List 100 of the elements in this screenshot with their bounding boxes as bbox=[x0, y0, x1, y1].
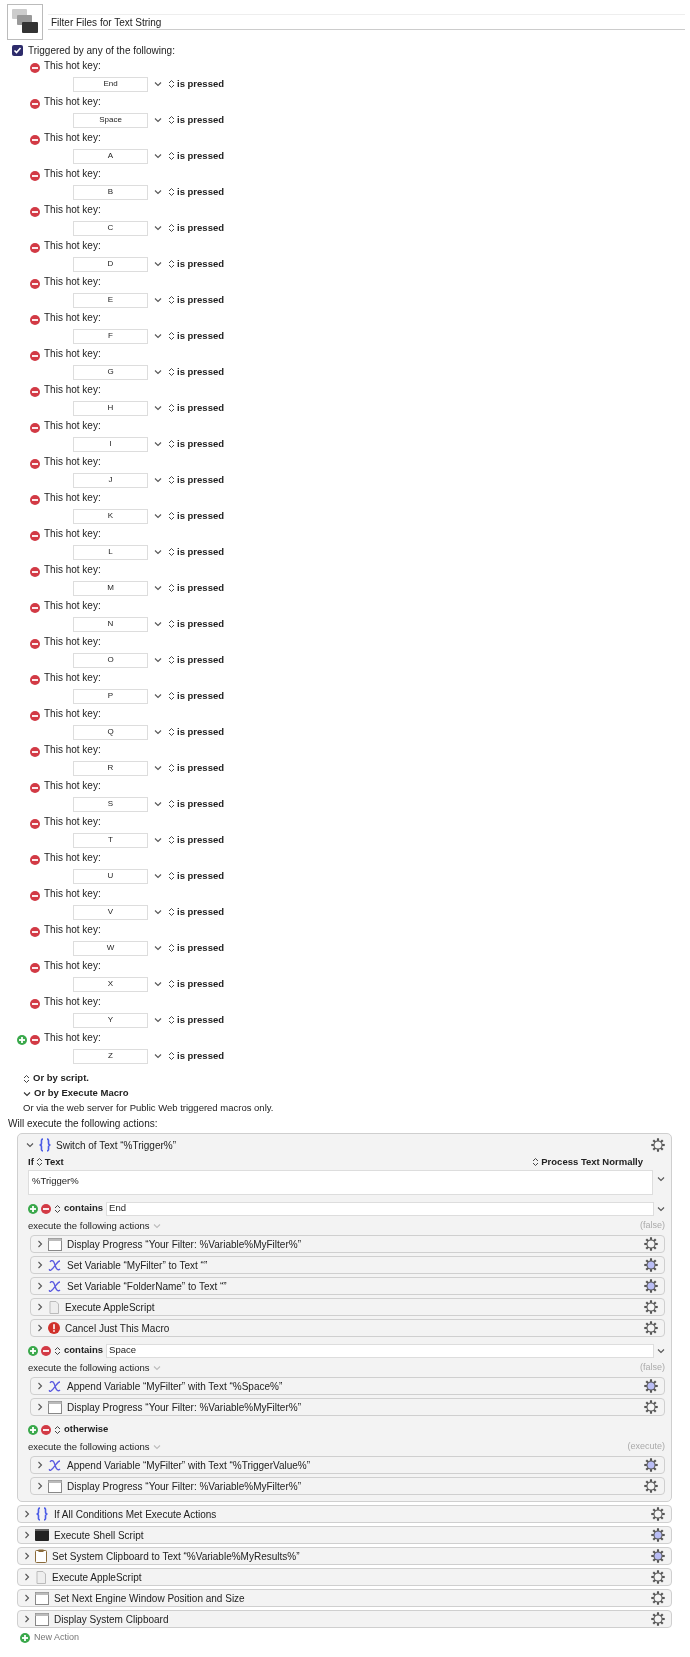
stepper-icon[interactable] bbox=[532, 1157, 540, 1167]
hot-key-field[interactable]: R bbox=[73, 760, 148, 776]
remove-icon[interactable] bbox=[30, 711, 40, 721]
condition-popup[interactable]: is pressed bbox=[177, 508, 224, 524]
condition-popup[interactable]: otherwise bbox=[64, 1422, 109, 1437]
stepper-icon[interactable] bbox=[168, 835, 175, 845]
chevron-down-icon[interactable] bbox=[154, 261, 162, 267]
source-popup[interactable]: Text bbox=[44, 1154, 64, 1170]
case-value-field[interactable]: Space bbox=[106, 1343, 654, 1358]
hot-key-field[interactable]: F bbox=[73, 328, 148, 344]
hot-key-field[interactable]: End bbox=[73, 76, 148, 92]
add-icon[interactable] bbox=[28, 1345, 38, 1356]
stepper-icon[interactable] bbox=[54, 1345, 61, 1356]
stepper-icon[interactable] bbox=[168, 763, 175, 773]
stepper-icon[interactable] bbox=[168, 115, 175, 125]
action-row[interactable]: Set System Clipboard to Text “%Variable%MyResults%” bbox=[17, 1547, 672, 1565]
action-row[interactable]: Set Variable “MyFilter” to Text “” bbox=[30, 1256, 665, 1274]
hot-key-field[interactable]: G bbox=[73, 364, 148, 380]
hot-key-field[interactable]: J bbox=[73, 472, 148, 488]
chevron-down-icon[interactable] bbox=[154, 729, 162, 735]
hot-key-field[interactable]: B bbox=[73, 184, 148, 200]
action-row[interactable]: Execute AppleScript bbox=[17, 1568, 672, 1586]
gear-icon[interactable] bbox=[651, 1612, 665, 1626]
action-row[interactable]: Execute AppleScript bbox=[30, 1298, 665, 1316]
gear-icon[interactable] bbox=[644, 1237, 658, 1251]
remove-icon[interactable] bbox=[30, 243, 40, 253]
remove-icon[interactable] bbox=[30, 1035, 40, 1045]
gear-icon[interactable] bbox=[651, 1570, 665, 1584]
chevron-down-icon[interactable] bbox=[154, 513, 162, 519]
chevron-down-icon[interactable] bbox=[154, 477, 162, 483]
remove-icon[interactable] bbox=[30, 783, 40, 793]
chevron-down-icon[interactable] bbox=[154, 801, 162, 807]
chevron-down-icon[interactable] bbox=[154, 765, 162, 771]
add-icon[interactable] bbox=[20, 1633, 30, 1643]
remove-icon[interactable] bbox=[30, 423, 40, 433]
chevron-down-icon[interactable] bbox=[657, 1347, 665, 1354]
remove-icon[interactable] bbox=[41, 1203, 51, 1214]
hot-key-field[interactable]: S bbox=[73, 796, 148, 812]
remove-icon[interactable] bbox=[30, 135, 40, 145]
chevron-down-icon[interactable] bbox=[154, 333, 162, 339]
chevron-right-icon[interactable] bbox=[24, 1594, 30, 1602]
chevron-right-icon[interactable] bbox=[24, 1573, 30, 1581]
action-row[interactable]: If All Conditions Met Execute Actions bbox=[17, 1505, 672, 1523]
stepper-icon[interactable] bbox=[168, 979, 175, 989]
action-row[interactable]: Append Variable “MyFilter” with Text “%Space%” bbox=[30, 1377, 665, 1395]
condition-popup[interactable]: is pressed bbox=[177, 328, 224, 344]
chevron-right-icon[interactable] bbox=[37, 1482, 43, 1490]
chevron-right-icon[interactable] bbox=[24, 1531, 30, 1539]
hot-key-field[interactable]: Space bbox=[73, 112, 148, 128]
condition-popup[interactable]: is pressed bbox=[177, 220, 224, 236]
stepper-icon[interactable] bbox=[168, 223, 175, 233]
trigger-checkbox[interactable] bbox=[12, 44, 23, 56]
remove-icon[interactable] bbox=[30, 891, 40, 901]
stepper-icon[interactable] bbox=[168, 151, 175, 161]
stepper-icon[interactable] bbox=[54, 1203, 61, 1214]
hot-key-field[interactable]: N bbox=[73, 616, 148, 632]
remove-icon[interactable] bbox=[41, 1424, 51, 1435]
macro-name-field[interactable]: Filter Files for Text String bbox=[48, 14, 685, 30]
stepper-icon[interactable] bbox=[168, 439, 175, 449]
remove-icon[interactable] bbox=[30, 531, 40, 541]
hot-key-field[interactable]: E bbox=[73, 292, 148, 308]
chevron-down-icon[interactable] bbox=[154, 369, 162, 375]
hot-key-field[interactable]: M bbox=[73, 580, 148, 596]
stepper-icon[interactable] bbox=[168, 403, 175, 413]
stepper-icon[interactable] bbox=[168, 187, 175, 197]
chevron-down-icon[interactable] bbox=[154, 549, 162, 555]
chevron-down-icon[interactable] bbox=[154, 1017, 162, 1023]
stepper-icon[interactable] bbox=[23, 1073, 30, 1084]
hot-key-field[interactable]: I bbox=[73, 436, 148, 452]
add-icon[interactable] bbox=[17, 1035, 27, 1045]
chevron-right-icon[interactable] bbox=[24, 1510, 30, 1518]
condition-popup[interactable]: is pressed bbox=[177, 76, 224, 92]
chevron-down-icon[interactable] bbox=[154, 621, 162, 627]
hot-key-field[interactable]: Y bbox=[73, 1012, 148, 1028]
stepper-icon[interactable] bbox=[168, 907, 175, 917]
action-row[interactable]: Cancel Just This Macro bbox=[30, 1319, 665, 1337]
condition-popup[interactable]: is pressed bbox=[177, 868, 224, 884]
chevron-down-icon[interactable] bbox=[154, 441, 162, 447]
text-area[interactable]: %Trigger% bbox=[28, 1170, 653, 1195]
remove-icon[interactable] bbox=[30, 567, 40, 577]
condition-popup[interactable]: is pressed bbox=[177, 688, 224, 704]
hot-key-field[interactable]: L bbox=[73, 544, 148, 560]
chevron-down-icon[interactable] bbox=[26, 1142, 34, 1148]
condition-popup[interactable]: is pressed bbox=[177, 796, 224, 812]
chevron-down-icon[interactable] bbox=[154, 1053, 162, 1059]
chevron-right-icon[interactable] bbox=[37, 1324, 43, 1332]
remove-icon[interactable] bbox=[30, 207, 40, 217]
case-value-field[interactable]: End bbox=[106, 1201, 654, 1216]
stepper-icon[interactable] bbox=[168, 1051, 175, 1061]
trigger-option[interactable]: Or by Execute Macro bbox=[34, 1086, 129, 1101]
condition-popup[interactable]: is pressed bbox=[177, 400, 224, 416]
stepper-icon[interactable] bbox=[168, 547, 175, 557]
stepper-icon[interactable] bbox=[168, 331, 175, 341]
hot-key-field[interactable]: T bbox=[73, 832, 148, 848]
chevron-down-icon[interactable] bbox=[154, 873, 162, 879]
stepper-icon[interactable] bbox=[168, 367, 175, 377]
add-icon[interactable] bbox=[28, 1424, 38, 1435]
chevron-down-icon[interactable] bbox=[154, 297, 162, 303]
chevron-down-icon[interactable] bbox=[657, 1205, 665, 1212]
stepper-icon[interactable] bbox=[168, 619, 175, 629]
